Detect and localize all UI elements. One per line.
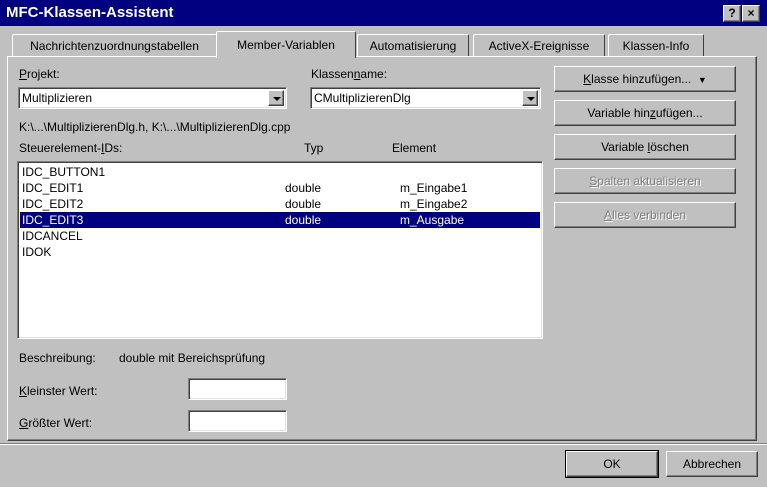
- control-type: double: [285, 181, 322, 195]
- list-item[interactable]: IDCANCEL: [20, 228, 540, 244]
- classname-value: CMultiplizierenDlg: [314, 91, 411, 105]
- bind-all-button[interactable]: Alles verbinden: [554, 202, 736, 228]
- control-id: IDC_EDIT3: [22, 213, 84, 227]
- tab-activex-ereignisse[interactable]: ActiveX-Ereignisse: [473, 34, 605, 56]
- project-select[interactable]: Multiplizieren: [18, 87, 287, 109]
- classname-select[interactable]: CMultiplizierenDlg: [310, 87, 541, 109]
- list-item-selected[interactable]: IDC_EDIT3 double m_Ausgabe: [19, 211, 541, 229]
- project-dropdown-button[interactable]: [268, 90, 284, 106]
- help-button[interactable]: ?: [723, 5, 741, 22]
- tab-label: Klassen-Info: [622, 39, 690, 53]
- close-icon: ×: [747, 6, 755, 20]
- file-path: K:\...\MultiplizierenDlg.h, K:\...\Multi…: [19, 120, 291, 134]
- tab-automatisierung[interactable]: Automatisierung: [357, 34, 469, 56]
- cancel-button[interactable]: Abbrechen: [666, 451, 758, 477]
- update-columns-button[interactable]: Spalten aktualisieren: [554, 168, 736, 194]
- project-value: Multiplizieren: [22, 91, 93, 105]
- close-button[interactable]: ×: [742, 5, 760, 22]
- min-value-label: Kleinster Wert:: [19, 384, 98, 398]
- control-id: IDC_EDIT1: [22, 181, 84, 195]
- control-type: double: [285, 197, 322, 211]
- add-variable-button[interactable]: Variable hinzufügen...: [554, 100, 736, 126]
- list-item[interactable]: IDC_EDIT2 double m_Eingabe2: [20, 196, 540, 212]
- add-class-button[interactable]: Klasse hinzufügen... ▼: [554, 66, 736, 92]
- control-element: m_Eingabe1: [400, 181, 468, 195]
- control-id: IDCANCEL: [22, 229, 83, 243]
- dropdown-arrow-icon: ▼: [697, 75, 707, 85]
- classname-dropdown-button[interactable]: [522, 90, 538, 106]
- control-type: double: [285, 213, 322, 227]
- list-item[interactable]: IDC_BUTTON1: [20, 164, 540, 180]
- control-id: IDC_BUTTON1: [22, 165, 106, 179]
- tab-label: ActiveX-Ereignisse: [488, 39, 590, 53]
- delete-variable-button[interactable]: Variable löschen: [554, 134, 736, 160]
- description-value: double mit Bereichsprüfung: [119, 351, 266, 365]
- window-title: MFC-Klassen-Assistent: [6, 4, 174, 21]
- control-element: m_Eingabe2: [400, 197, 468, 211]
- tab-member-variablen[interactable]: Member-Variablen: [216, 31, 356, 58]
- max-value-field[interactable]: [188, 410, 287, 432]
- tab-nachrichtenzuordnungstabellen[interactable]: Nachrichtenzuordnungstabellen: [12, 34, 217, 56]
- control-id: IDC_EDIT2: [22, 197, 84, 211]
- tab-label: Nachrichtenzuordnungstabellen: [30, 39, 199, 53]
- divider: [0, 444, 767, 445]
- chevron-down-icon: [273, 97, 281, 101]
- tab-label: Member-Variablen: [237, 38, 335, 52]
- project-label: Projekt:: [19, 67, 60, 81]
- type-column-header: Typ: [304, 141, 324, 155]
- control-ids-list[interactable]: IDC_BUTTON1 IDC_EDIT1 double m_Eingabe1 …: [17, 161, 543, 339]
- list-item[interactable]: IDOK: [20, 244, 540, 260]
- min-value-field[interactable]: [188, 378, 287, 400]
- description-label: Beschreibung:: [19, 351, 96, 365]
- max-value-label: Größter Wert:: [19, 416, 93, 430]
- tab-label: Automatisierung: [369, 39, 457, 53]
- ok-button[interactable]: OK: [565, 450, 659, 478]
- tab-klassen-info[interactable]: Klassen-Info: [608, 34, 704, 56]
- control-element: m_Ausgabe: [400, 213, 465, 227]
- list-item[interactable]: IDC_EDIT1 double m_Eingabe1: [20, 180, 540, 196]
- control-id: IDOK: [22, 245, 52, 259]
- help-icon: ?: [728, 6, 736, 20]
- classname-label: Klassenname:: [311, 67, 388, 81]
- element-column-header: Element: [392, 141, 437, 155]
- control-ids-label: Steuerelement-IDs:: [19, 141, 123, 155]
- chevron-down-icon: [527, 97, 535, 101]
